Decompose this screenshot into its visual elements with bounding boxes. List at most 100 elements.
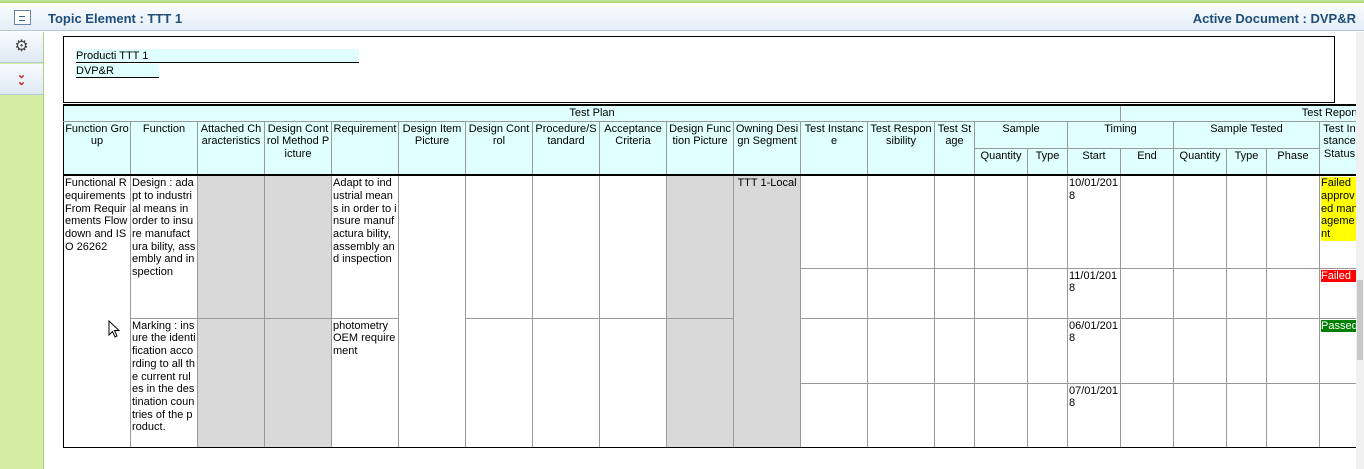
cell-test-instance[interactable] [800,382,868,448]
cell-acceptance-criteria[interactable] [599,317,667,448]
expand-button[interactable]: ⌄ ⌄ [0,64,43,95]
cell-sample-quantity[interactable] [974,317,1028,384]
dvpr-grid: Test Plan Test Report Function Group Fun… [63,103,1360,448]
cell-design-control[interactable] [465,317,533,448]
col-acceptance-criteria: Acceptance Criteria [599,120,667,177]
cell-sample-type[interactable] [1027,174,1068,269]
status-failed-approved: Failed approved management [1321,177,1358,241]
col-function: Function [130,120,198,177]
window-icon[interactable] [14,10,31,25]
cell-acceptance-criteria[interactable] [599,174,667,319]
cell-tested-type[interactable] [1226,267,1267,319]
cell-tested-phase[interactable] [1266,382,1320,448]
table-row[interactable]: Marking : insure the identification acco… [64,317,1360,448]
scrollbar-thumb[interactable] [1357,280,1363,360]
cell-tested-quantity[interactable] [1173,267,1227,319]
cell-timing-start[interactable]: 10/01/2018 [1067,174,1121,269]
cell-function-group[interactable]: Functional Requirements From Requirement… [63,174,131,448]
settings-button[interactable]: ⚙ [0,32,43,63]
col-function-group: Function Group [63,120,131,177]
cell-design-function-picture[interactable] [666,317,734,448]
cell-sample-type[interactable] [1027,317,1068,384]
cell-status[interactable] [1319,382,1360,448]
col-test-instance-status: Test Instance Status [1319,120,1360,177]
cell-timing-end[interactable] [1120,174,1174,269]
mouse-cursor-icon [108,320,121,338]
cell-test-instance[interactable] [800,317,868,384]
document-header-box: Producti TTT 1 DVP&R [63,36,1335,103]
cell-test-instance[interactable] [800,267,868,319]
gear-icon: ⚙ [14,38,29,55]
cell-requirement-photometry[interactable]: photometry OEM requirement [331,317,399,448]
cell-requirement-adapt[interactable]: Adapt to industrial means in order to in… [331,174,399,319]
col-requirement: Requirement [331,120,399,177]
cell-timing-end[interactable] [1120,317,1174,384]
cell-design-item-picture[interactable] [398,174,466,448]
cell-tested-quantity[interactable] [1173,174,1227,269]
col-timing: Timing [1067,120,1174,149]
cell-sample-quantity[interactable] [974,267,1028,319]
cell-tested-type[interactable] [1226,174,1267,269]
cell-status[interactable]: Passed [1319,317,1360,384]
cell-tested-phase[interactable] [1266,267,1320,319]
cell-attached-characteristics[interactable] [197,174,265,319]
col-design-item-picture: Design Item Picture [398,120,466,177]
cell-test-responsibility[interactable] [867,317,935,384]
cell-test-instance[interactable] [800,174,868,269]
cell-status[interactable]: Failed [1319,267,1360,319]
cell-design-control-method-picture[interactable] [264,317,332,448]
col-tested-quantity: Quantity [1173,147,1227,177]
cell-test-stage[interactable] [934,174,975,269]
test-plan-group-header: Test Plan [63,103,1121,122]
cell-tested-type[interactable] [1226,382,1267,448]
product-row: Producti TTT 1 [76,49,359,63]
cell-tested-type[interactable] [1226,317,1267,384]
col-sample: Sample [974,120,1068,149]
cell-test-responsibility[interactable] [867,174,935,269]
cell-test-stage[interactable] [934,267,975,319]
vertical-scrollbar[interactable] [1356,32,1364,469]
cell-timing-end[interactable] [1120,382,1174,448]
document-type-row: DVP&R [76,64,159,78]
cell-test-stage[interactable] [934,382,975,448]
cell-sample-type[interactable] [1027,267,1068,319]
cell-function-design[interactable]: Design : adapt to industrial means in or… [130,174,198,319]
cell-design-control-method-picture[interactable] [264,174,332,319]
cell-timing-start[interactable]: 07/01/2018 [1067,382,1121,448]
col-tested-phase: Phase [1266,147,1320,177]
col-sample-tested: Sample Tested [1173,120,1320,149]
double-chevron-down-icon: ⌄ ⌄ [16,69,27,88]
cell-function-marking[interactable]: Marking : insure the identification acco… [130,317,198,448]
cell-timing-start[interactable]: 11/01/2018 [1067,267,1121,319]
cell-design-control[interactable] [465,174,533,319]
cell-owning-design-segment[interactable]: TTT 1-Local [733,174,801,448]
cell-tested-phase[interactable] [1266,317,1320,384]
cell-timing-start[interactable]: 06/01/2018 [1067,317,1121,384]
test-report-group-header: Test Report [1120,103,1360,122]
cell-design-function-picture[interactable] [666,174,734,319]
cell-sample-quantity[interactable] [974,382,1028,448]
col-procedure-standard: Procedure/Standard [532,120,600,177]
cell-procedure-standard[interactable] [532,174,600,319]
cell-test-responsibility[interactable] [867,267,935,319]
col-tested-type: Type [1226,147,1267,177]
table-row[interactable]: Functional Requirements From Requirement… [63,174,1360,448]
cell-test-responsibility[interactable] [867,382,935,448]
cell-sample-quantity[interactable] [974,174,1028,269]
cell-status[interactable]: Failed approved management [1319,174,1360,269]
title-bar: Topic Element : TTT 1 Active Document : … [0,3,1364,31]
cell-timing-end[interactable] [1120,267,1174,319]
document-type-label: DVP&R [76,65,114,77]
product-value: TTT 1 [119,50,149,62]
col-sample-quantity: Quantity [974,147,1028,177]
cell-tested-quantity[interactable] [1173,317,1227,384]
cell-tested-phase[interactable] [1266,174,1320,269]
status-passed: Passed [1321,319,1358,333]
cell-tested-quantity[interactable] [1173,382,1227,448]
cell-attached-characteristics[interactable] [197,317,265,448]
col-owning-design-segment: Owning Design Segment [733,120,801,177]
cell-procedure-standard[interactable] [532,317,600,448]
cell-sample-type[interactable] [1027,382,1068,448]
cell-test-stage[interactable] [934,317,975,384]
product-label: Producti [76,50,117,62]
